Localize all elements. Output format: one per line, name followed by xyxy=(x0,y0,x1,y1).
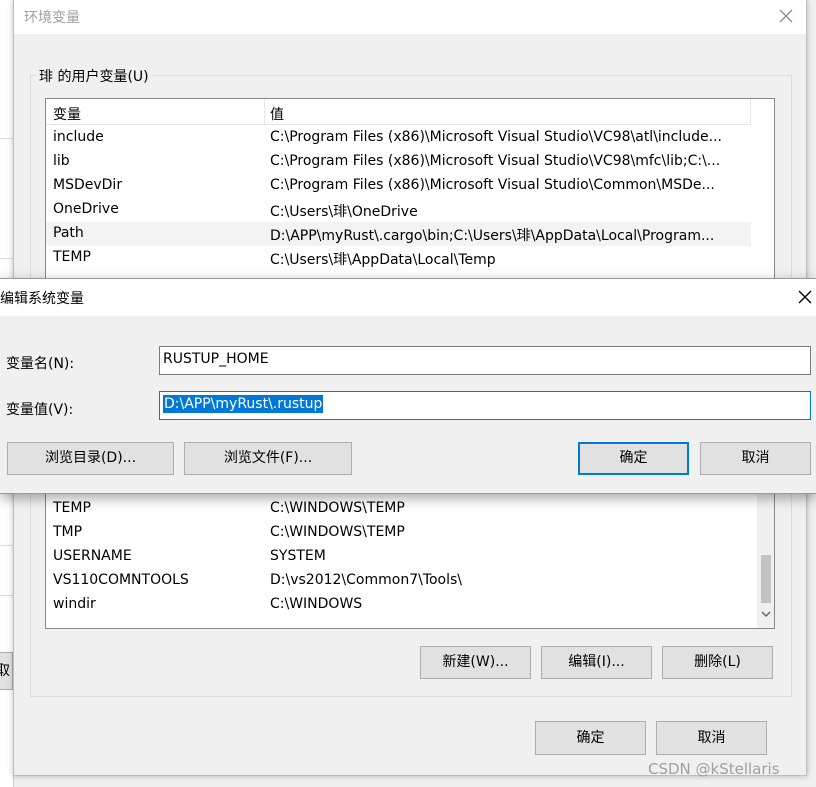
edit-dialog-title: 编辑系统变量 xyxy=(0,291,84,307)
variable-value: C:\Users\琲\AppData\Local\Temp xyxy=(270,252,496,268)
column-header-variable[interactable]: 变量 xyxy=(53,104,81,124)
table-row[interactable]: include C:\Program Files (x86)\Microsoft… xyxy=(46,126,751,150)
variable-name: MSDevDir xyxy=(53,177,123,193)
variable-value: C:\Program Files (x86)\Microsoft Visual … xyxy=(270,129,722,145)
column-header-value[interactable]: 值 xyxy=(270,104,284,124)
variable-name-text: RUSTUP_HOME xyxy=(163,351,269,367)
cancel-button[interactable]: 取消 xyxy=(656,721,767,755)
variable-value: C:\Program Files (x86)\Microsoft Visual … xyxy=(270,177,715,193)
chevron-down-icon[interactable] xyxy=(759,609,773,623)
list-header: 变量 值 xyxy=(46,99,751,125)
table-row-selected[interactable]: Path D:\APP\myRust\.cargo\bin;C:\Users\琲… xyxy=(46,222,751,246)
vertical-scrollbar[interactable] xyxy=(757,471,774,628)
column-separator[interactable] xyxy=(750,99,751,124)
variable-name: OneDrive xyxy=(53,201,119,217)
table-row[interactable]: OneDrive C:\Users\琲\OneDrive xyxy=(46,198,751,222)
scrollbar-thumb[interactable] xyxy=(761,555,771,603)
variable-value: C:\Program Files (x86)\Microsoft Visual … xyxy=(270,153,721,169)
browse-directory-button[interactable]: 浏览目录(D)... xyxy=(7,442,174,475)
env-titlebar: 环境变量 xyxy=(14,0,806,34)
variable-value: D:\vs2012\Common7\Tools\ xyxy=(270,572,463,588)
variable-name: lib xyxy=(53,153,70,169)
variable-name-label: 变量名(N): xyxy=(6,356,75,372)
variable-value: C:\WINDOWS\TEMP xyxy=(270,500,405,516)
variable-name: TMP xyxy=(53,524,83,540)
variable-value-label: 变量值(V): xyxy=(6,402,74,418)
ok-button[interactable]: 确定 xyxy=(535,721,646,755)
variable-value: D:\APP\myRust\.cargo\bin;C:\Users\琲\AppD… xyxy=(270,228,715,244)
close-icon[interactable] xyxy=(774,4,798,28)
watermark: CSDN @kStellaris xyxy=(648,760,780,778)
variable-value: C:\WINDOWS\TEMP xyxy=(270,524,405,540)
edit-button[interactable]: 编辑(I)... xyxy=(541,646,652,679)
table-row[interactable]: windir C:\WINDOWS xyxy=(46,593,751,617)
user-variables-group-label: 琲 的用户变量(U) xyxy=(36,66,152,86)
table-row[interactable]: lib C:\Program Files (x86)\Microsoft Vis… xyxy=(46,150,751,174)
variable-name: TEMP xyxy=(53,249,91,265)
dialog-cancel-button[interactable]: 取消 xyxy=(700,442,811,475)
divider xyxy=(0,138,13,139)
variable-name: windir xyxy=(53,596,96,612)
variable-value: SYSTEM xyxy=(270,548,326,564)
variable-value: C:\WINDOWS xyxy=(270,596,363,612)
table-row[interactable]: TMP C:\WINDOWS\TEMP xyxy=(46,521,751,545)
edit-system-variable-dialog: 编辑系统变量 变量名(N): RUSTUP_HOME 变量值(V): D:\AP… xyxy=(0,278,816,494)
divider xyxy=(0,595,13,596)
variable-name: USERNAME xyxy=(53,548,132,564)
background-cancel-button[interactable]: 取 xyxy=(0,652,13,690)
variable-value-input[interactable]: D:\APP\myRust\.rustup xyxy=(159,391,811,420)
close-icon[interactable] xyxy=(793,285,816,309)
edit-dialog-titlebar: 编辑系统变量 xyxy=(0,279,816,316)
divider xyxy=(0,545,13,546)
variable-name: include xyxy=(53,129,104,145)
variable-name: TEMP xyxy=(53,500,91,516)
divider xyxy=(0,258,13,259)
variable-name: VS110COMNTOOLS xyxy=(53,572,189,588)
background-cancel-label: 取 xyxy=(0,653,10,689)
table-row[interactable]: MSDevDir C:\Program Files (x86)\Microsof… xyxy=(46,174,751,198)
table-row[interactable]: TEMP C:\Users\琲\AppData\Local\Temp xyxy=(46,246,751,270)
variable-name: Path xyxy=(53,225,84,241)
table-row[interactable]: TEMP C:\WINDOWS\TEMP xyxy=(46,497,751,521)
browse-file-button[interactable]: 浏览文件(F)... xyxy=(184,442,352,475)
user-variables-list[interactable]: 变量 值 include C:\Program Files (x86)\Micr… xyxy=(45,98,775,285)
env-window-title: 环境变量 xyxy=(24,10,80,26)
column-separator[interactable] xyxy=(264,99,265,124)
variable-value-selected-text: D:\APP\myRust\.rustup xyxy=(163,395,324,413)
table-row[interactable]: VS110COMNTOOLS D:\vs2012\Common7\Tools\ xyxy=(46,569,751,593)
dialog-ok-button[interactable]: 确定 xyxy=(578,442,689,475)
delete-button[interactable]: 删除(L) xyxy=(662,646,773,679)
variable-value: C:\Users\琲\OneDrive xyxy=(270,204,418,220)
table-row[interactable]: USERNAME SYSTEM xyxy=(46,545,751,569)
new-button[interactable]: 新建(W)... xyxy=(420,646,531,679)
variable-name-input[interactable]: RUSTUP_HOME xyxy=(159,346,811,375)
